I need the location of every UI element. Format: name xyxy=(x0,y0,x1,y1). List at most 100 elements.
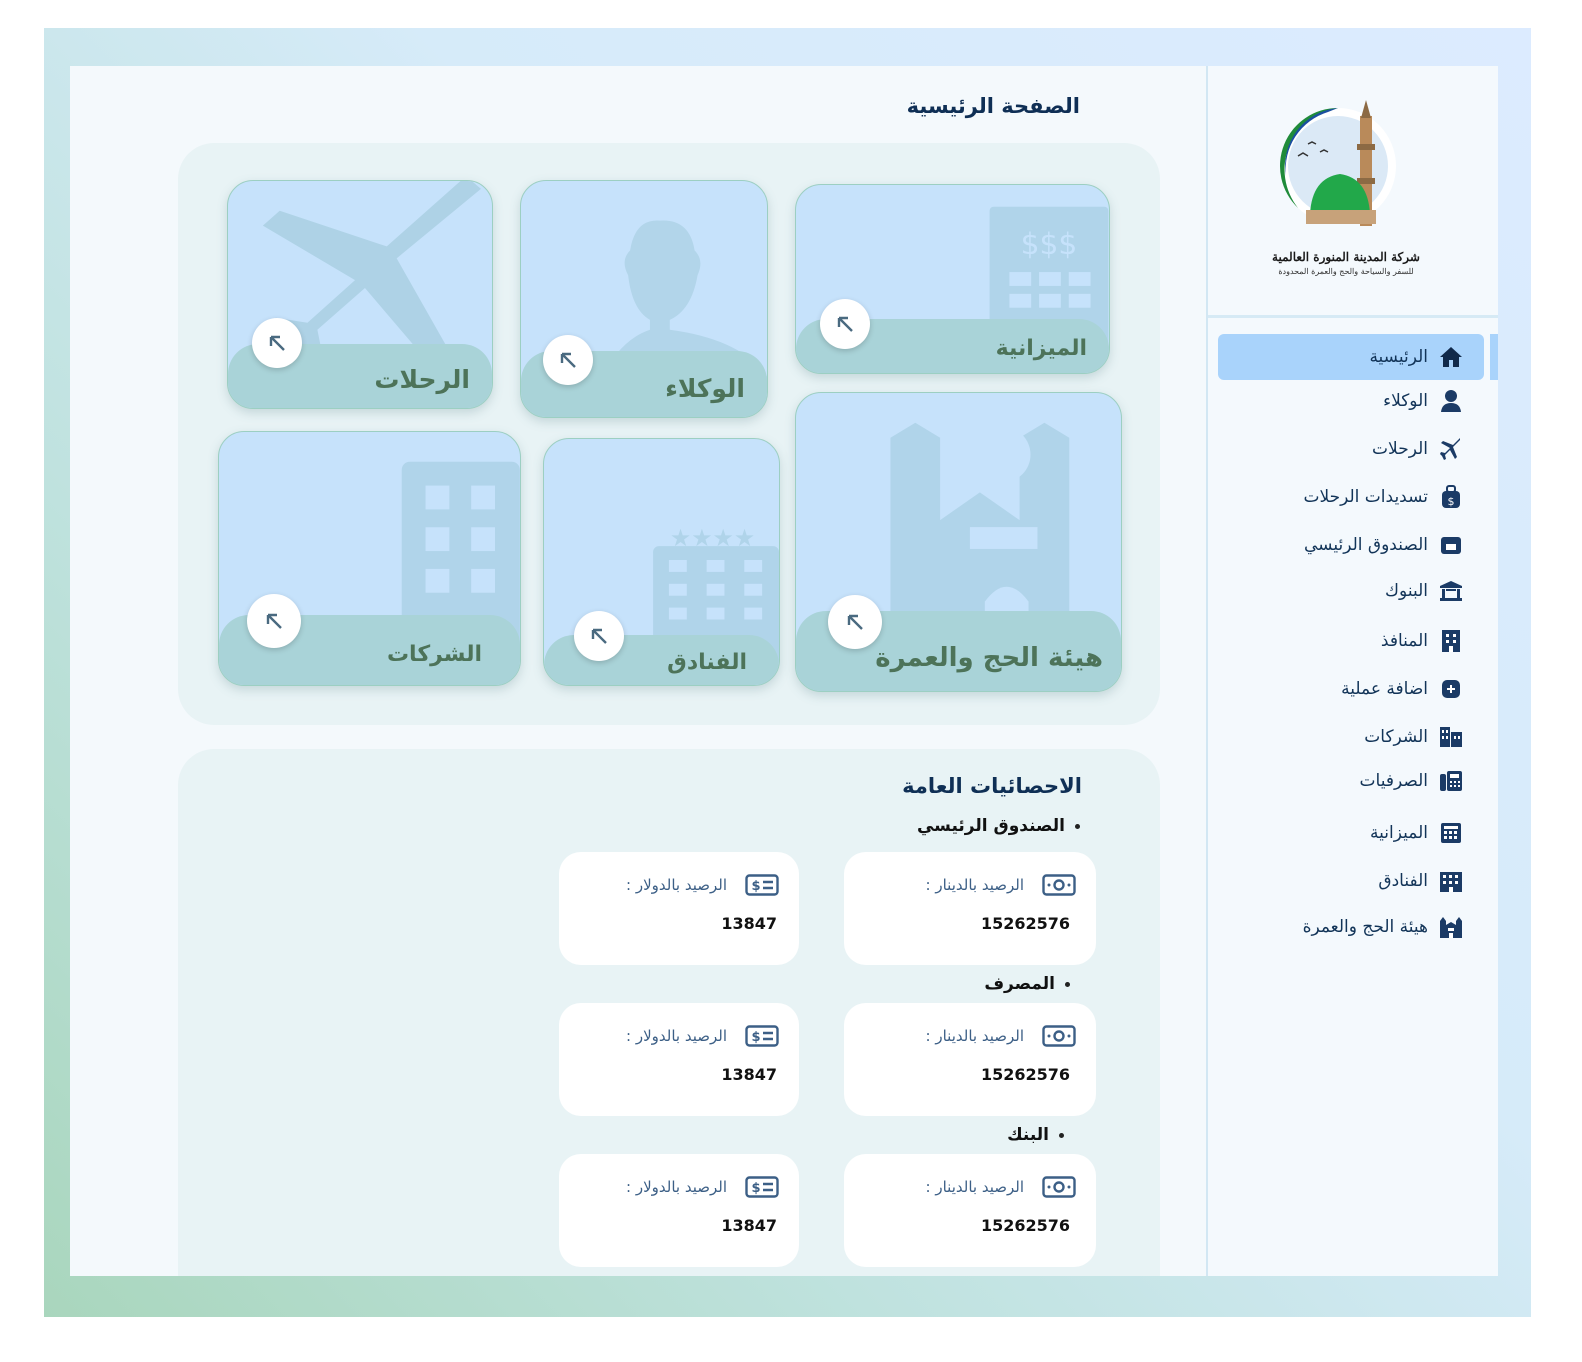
logo[interactable]: شركة المدينة المنورة العالمية للسفر والس… xyxy=(1208,66,1498,318)
svg-text:$: $ xyxy=(1448,495,1455,508)
tile-open-button[interactable] xyxy=(543,335,593,385)
sidebar: شركة المدينة المنورة العالمية للسفر والس… xyxy=(1206,66,1498,1276)
app-window: شركة المدينة المنورة العالمية للسفر والس… xyxy=(70,66,1498,1276)
sidebar-item-hajj-authority[interactable]: هيئة الحج والعمرة xyxy=(1199,904,1464,950)
sidebar-item-label: تسديدات الرحلات xyxy=(1303,487,1428,507)
svg-text:$: $ xyxy=(751,1030,760,1045)
svg-text:$: $ xyxy=(751,879,760,894)
tile-label: الوكلاء xyxy=(665,374,745,403)
sidebar-item-trip-payments[interactable]: $ تسديدات الرحلات xyxy=(1199,474,1464,520)
arrow-up-left-icon xyxy=(266,613,282,629)
tile-budget[interactable]: $$$ الميزانية xyxy=(795,184,1110,374)
arrow-up-left-icon xyxy=(269,335,285,351)
arrow-up-left-icon xyxy=(560,352,576,368)
sidebar-item-outlets[interactable]: المنافذ xyxy=(1199,618,1464,664)
tile-open-button[interactable] xyxy=(252,318,302,368)
money-bill-icon xyxy=(1042,874,1076,896)
svg-text:$: $ xyxy=(751,1181,760,1196)
stats-title: الاحصائيات العامة xyxy=(902,774,1082,798)
bank-icon xyxy=(1438,578,1464,604)
dollar-bill-icon: $ xyxy=(745,874,779,896)
card-label: الرصيد بالدولار : xyxy=(626,1178,727,1196)
sidebar-item-companies[interactable]: الشركات xyxy=(1199,714,1464,760)
plane-icon xyxy=(1438,436,1464,462)
section-title: البنك xyxy=(1007,1125,1049,1145)
tile-open-button[interactable] xyxy=(820,299,870,349)
money-bill-icon xyxy=(1042,1176,1076,1198)
logo-tagline: للسفر والسياحة والحج والعمرة المحدودة xyxy=(1278,267,1414,276)
sidebar-item-label: الصندوق الرئيسي xyxy=(1304,535,1428,555)
section-title: المصرف xyxy=(984,974,1055,994)
mosque-logo-icon xyxy=(1280,100,1396,226)
tile-open-button[interactable] xyxy=(574,611,624,661)
svg-text:$$$: $$$ xyxy=(1021,226,1078,261)
tile-hotels[interactable]: ★★★★ الفنادق xyxy=(543,438,780,686)
sidebar-item-label: الرحلات xyxy=(1372,439,1428,459)
tile-open-button[interactable] xyxy=(828,595,882,649)
bullet-dot xyxy=(1059,1132,1064,1138)
arrow-up-left-icon xyxy=(847,614,863,630)
home-icon xyxy=(1438,344,1464,370)
sidebar-item-label: الوكلاء xyxy=(1383,391,1428,411)
city-icon xyxy=(1438,724,1464,750)
sidebar-item-trips[interactable]: الرحلات xyxy=(1199,426,1464,472)
sidebar-item-label: الميزانية xyxy=(1370,823,1428,843)
dollar-bill-icon: $ xyxy=(745,1176,779,1198)
building-icon xyxy=(1438,628,1464,654)
tile-label: الميزانية xyxy=(995,336,1087,361)
agent-icon xyxy=(1438,388,1464,414)
tile-label: هيئة الحج والعمرة xyxy=(875,643,1103,673)
tile-trips[interactable]: الرحلات xyxy=(227,180,493,409)
sidebar-item-main-cashbox[interactable]: الصندوق الرئيسي xyxy=(1199,522,1464,568)
arrow-up-left-icon xyxy=(591,628,607,644)
card-value: 15262576 xyxy=(980,914,1070,933)
stats-section-heading: الصندوق الرئيسي xyxy=(917,816,1080,836)
card-label: الرصيد بالدينار : xyxy=(925,1027,1024,1045)
card-value: 15262576 xyxy=(980,1216,1070,1235)
dollar-bill-icon: $ xyxy=(745,1025,779,1047)
sidebar-item-home[interactable]: الرئيسية xyxy=(1218,334,1484,380)
stats-section-heading: المصرف xyxy=(984,974,1070,994)
sidebar-item-label: البنوك xyxy=(1385,581,1428,601)
card-label: الرصيد بالدولار : xyxy=(626,876,727,894)
card-label: الرصيد بالدولار : xyxy=(626,1027,727,1045)
sidebar-item-hotels[interactable]: الفنادق xyxy=(1199,858,1464,904)
calculator-icon xyxy=(1438,820,1464,846)
dollar-balance-card: $ الرصيد بالدولار : 13847 xyxy=(559,852,799,965)
tile-label: الشركات xyxy=(386,642,482,667)
tile-open-button[interactable] xyxy=(247,594,301,648)
fax-icon xyxy=(1438,768,1464,794)
card-value: 15262576 xyxy=(980,1065,1070,1084)
dinar-balance-card: الرصيد بالدينار : 15262576 xyxy=(844,852,1096,965)
kaaba-icon xyxy=(1438,914,1464,940)
sidebar-item-expenses[interactable]: الصرفيات xyxy=(1199,758,1464,804)
sidebar-item-add-operation[interactable]: اضافة عملية xyxy=(1199,666,1464,712)
sidebar-item-label: اضافة عملية xyxy=(1341,679,1428,699)
bullet-dot xyxy=(1065,981,1070,987)
sidebar-item-label: الصرفيات xyxy=(1359,771,1428,791)
bullet-dot xyxy=(1075,823,1080,829)
tile-companies[interactable]: الشركات xyxy=(218,431,521,686)
sidebar-item-label: الرئيسية xyxy=(1369,347,1428,367)
dollar-balance-card: $ الرصيد بالدولار : 13847 xyxy=(559,1003,799,1116)
arrow-up-left-icon xyxy=(837,316,853,332)
section-title: الصندوق الرئيسي xyxy=(916,816,1065,836)
card-label: الرصيد بالدينار : xyxy=(925,876,1024,894)
card-value: 13847 xyxy=(721,1216,777,1235)
sidebar-item-label: هيئة الحج والعمرة xyxy=(1302,917,1428,937)
sidebar-item-budget[interactable]: الميزانية xyxy=(1199,810,1464,856)
tile-agents[interactable]: الوكلاء xyxy=(520,180,768,418)
card-value: 13847 xyxy=(721,1065,777,1084)
sidebar-item-label: الفنادق xyxy=(1378,871,1428,891)
tile-label: الرحلات xyxy=(374,365,470,394)
card-label: الرصيد بالدينار : xyxy=(925,1178,1024,1196)
money-bill-icon xyxy=(1042,1025,1076,1047)
dinar-balance-card: الرصيد بالدينار : 15262576 xyxy=(844,1154,1096,1267)
sidebar-item-agents[interactable]: الوكلاء xyxy=(1199,378,1464,424)
sidebar-item-banks[interactable]: البنوك xyxy=(1199,568,1464,614)
tile-hajj[interactable]: هيئة الحج والعمرة xyxy=(795,392,1122,692)
dinar-balance-card: الرصيد بالدينار : 15262576 xyxy=(844,1003,1096,1116)
dollar-balance-card: $ الرصيد بالدولار : 13847 xyxy=(559,1154,799,1267)
active-indicator xyxy=(1490,334,1498,380)
card-value: 13847 xyxy=(721,914,777,933)
